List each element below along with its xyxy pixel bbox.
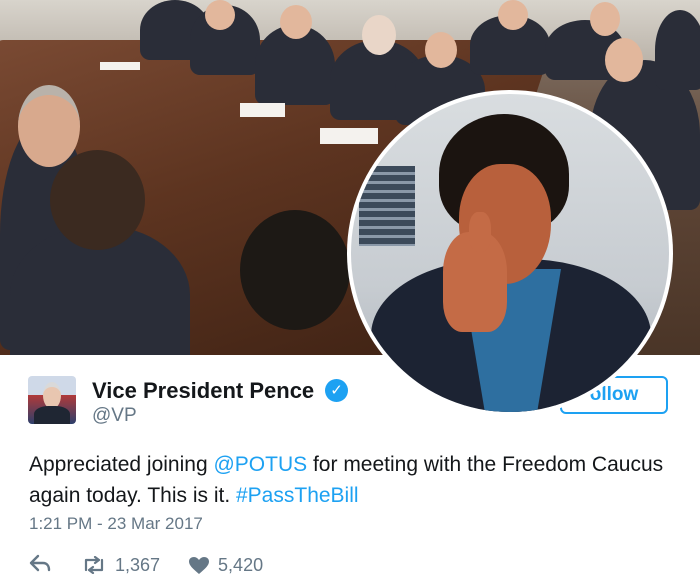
- author-avatar[interactable]: [28, 376, 76, 424]
- hashtag-link[interactable]: #PassTheBill: [236, 484, 359, 507]
- reply-button[interactable]: [29, 554, 69, 577]
- tweet-timestamp[interactable]: 1:21 PM - 23 Mar 2017: [29, 514, 203, 534]
- author-name[interactable]: Vice President Pence: [92, 378, 314, 404]
- tweet-text-part: Appreciated joining: [29, 453, 214, 476]
- reply-icon: [29, 554, 51, 571]
- photo-head: [362, 15, 396, 55]
- heart-icon: [189, 556, 210, 574]
- inset-thumbs-up: [469, 212, 491, 252]
- mention-link[interactable]: @POTUS: [213, 453, 307, 476]
- retweet-button[interactable]: 1,367: [81, 555, 160, 576]
- retweet-icon: [84, 556, 104, 574]
- author-handle[interactable]: @VP: [92, 405, 137, 427]
- avatar-face: [43, 382, 61, 409]
- photo-head: [18, 85, 80, 167]
- tweet-text: Appreciated joining @POTUS for meeting w…: [29, 449, 669, 511]
- avatar-body: [34, 406, 70, 424]
- photo-head: [50, 150, 145, 250]
- like-count: 5,420: [218, 554, 264, 575]
- photo-head: [498, 0, 528, 30]
- inset-photo-circle: [347, 90, 673, 416]
- tweet-actions: 1,367 5,420: [29, 552, 263, 578]
- photo-paper: [320, 128, 378, 144]
- photo-head: [240, 210, 350, 330]
- retweet-count: 1,367: [115, 554, 161, 575]
- photo-paper: [240, 103, 285, 117]
- verified-badge-icon: ✓: [325, 379, 348, 402]
- inset-window-blinds: [359, 166, 415, 246]
- photo-head: [205, 0, 235, 30]
- photo-head: [605, 38, 643, 82]
- photo-head: [280, 5, 312, 39]
- photo-head: [425, 32, 457, 68]
- photo-person: [655, 10, 700, 90]
- photo-head: [590, 2, 620, 36]
- inset-photo: [351, 94, 669, 412]
- like-button[interactable]: 5,420: [188, 555, 263, 576]
- photo-paper: [100, 62, 140, 70]
